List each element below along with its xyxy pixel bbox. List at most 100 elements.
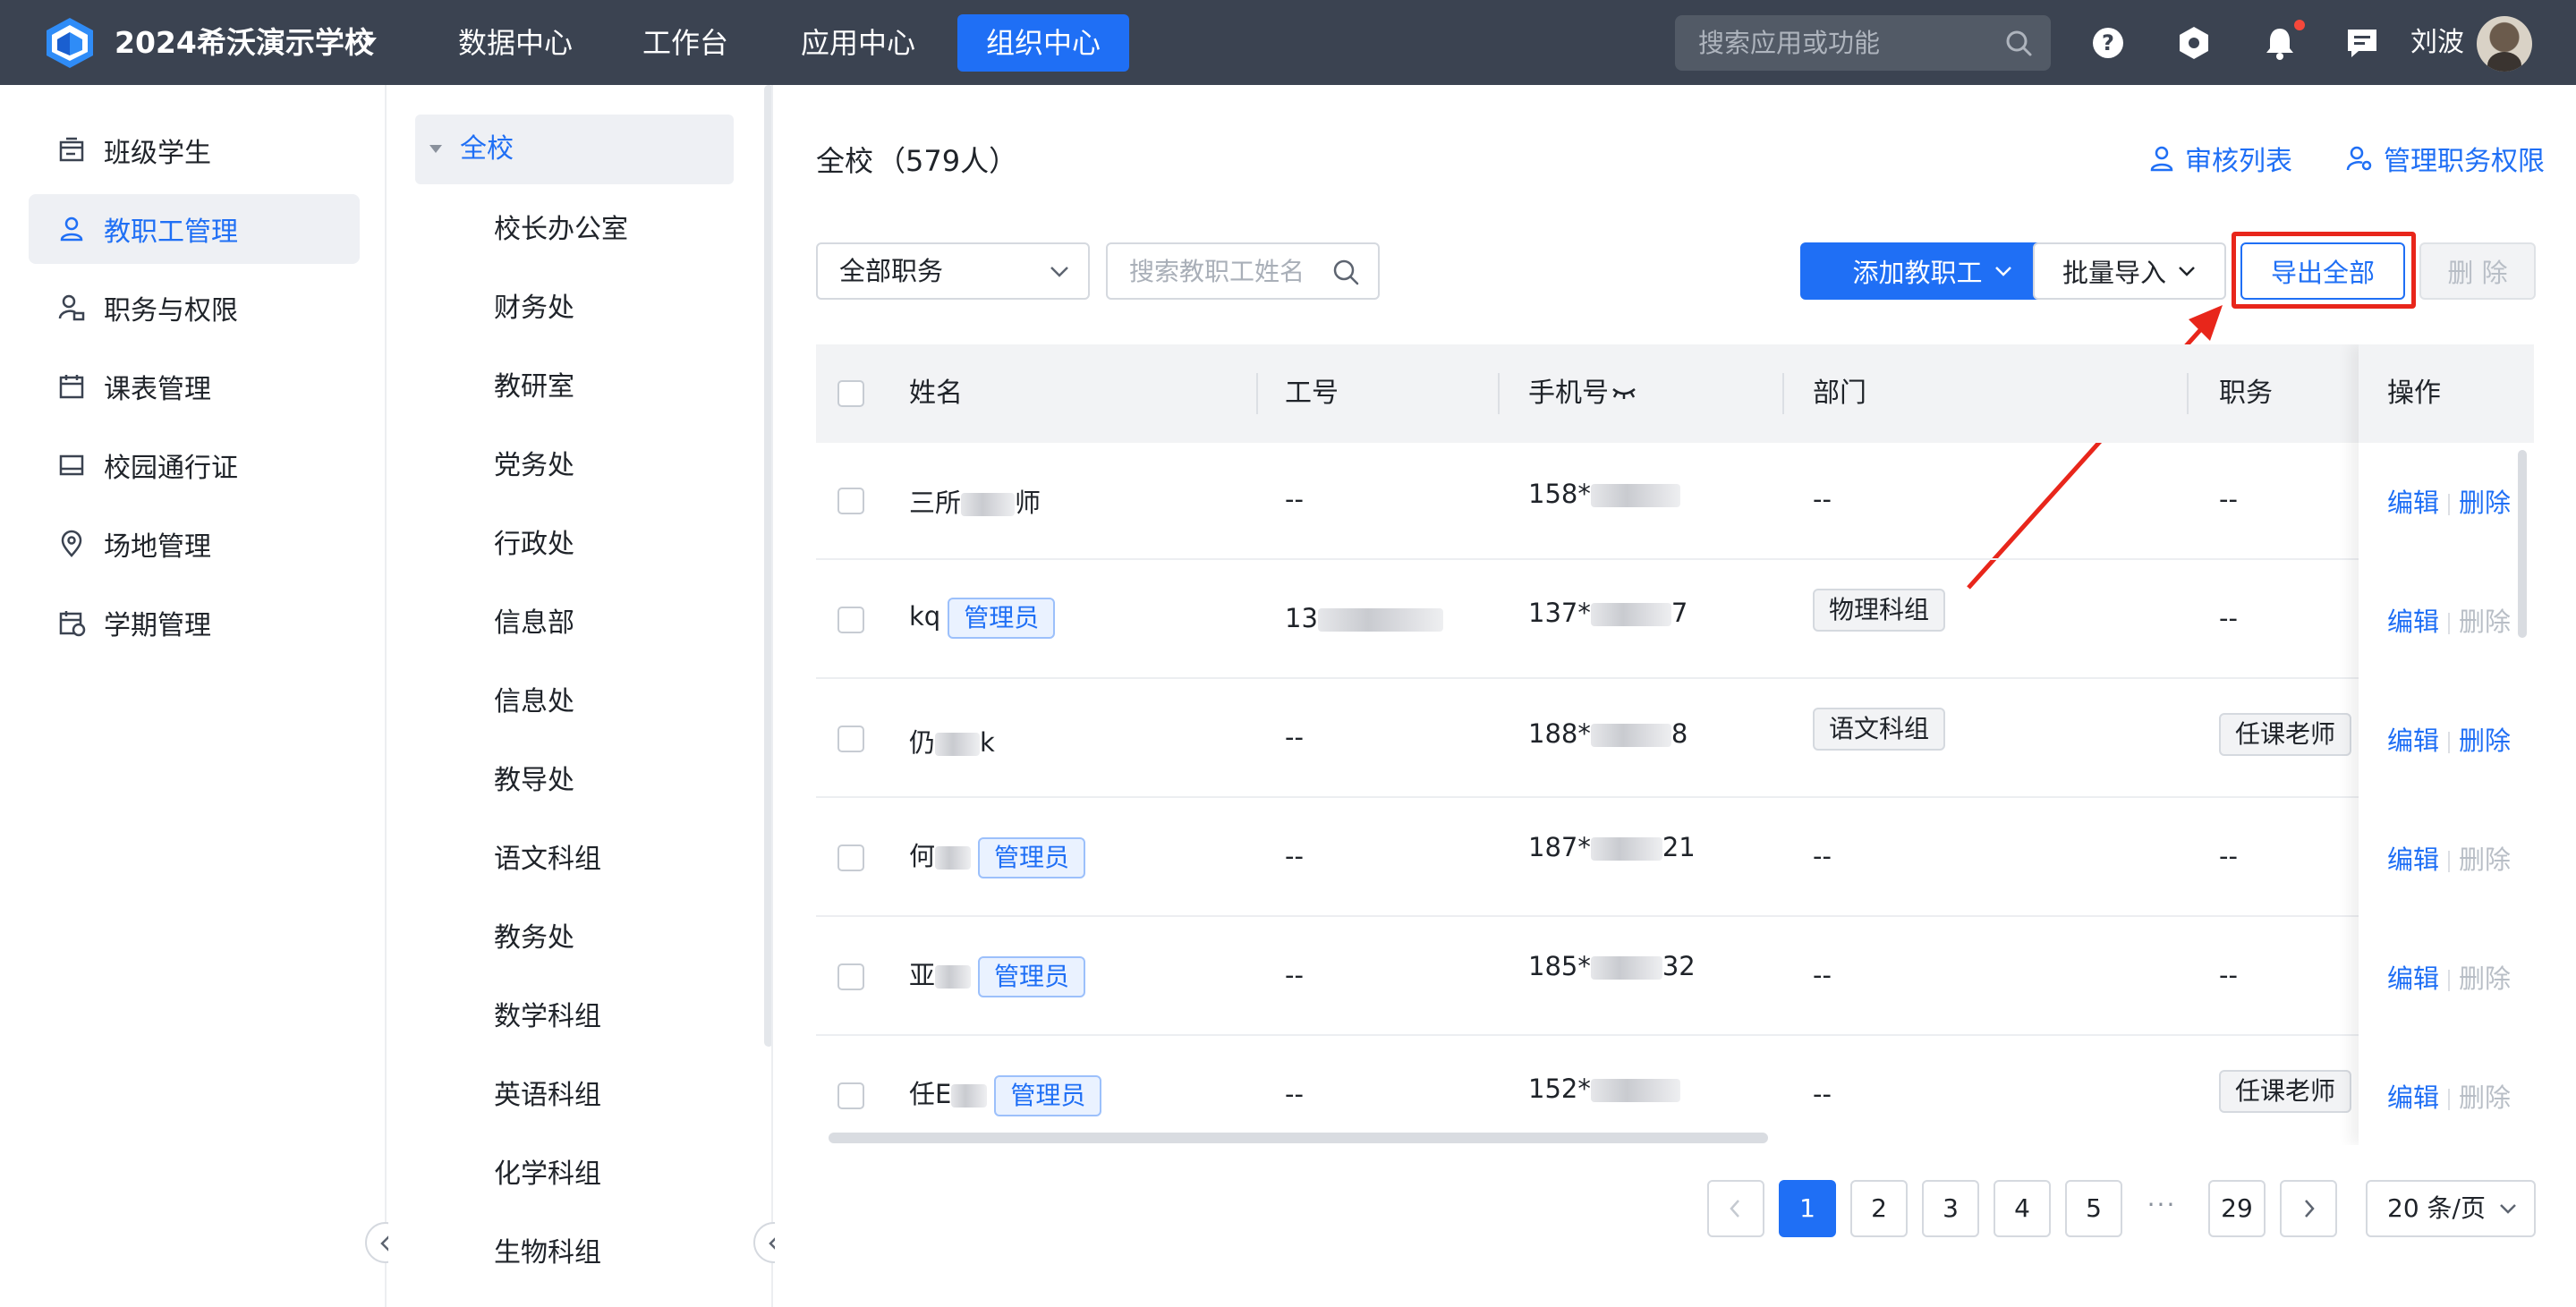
divider — [2448, 970, 2451, 991]
prev-page-button[interactable] — [1707, 1180, 1764, 1237]
delete-row-button[interactable]: 删除 — [2459, 488, 2511, 518]
tree-node[interactable]: 教务处 — [494, 912, 574, 965]
school-switcher[interactable]: 2024希沃演示学校 — [115, 0, 374, 85]
edit-button[interactable]: 编辑 — [2387, 844, 2439, 875]
tree-node[interactable]: 行政处 — [494, 518, 574, 572]
edit-button[interactable]: 编辑 — [2387, 607, 2439, 637]
class-icon — [59, 137, 84, 162]
batch-import-button[interactable]: 批量导入 — [2033, 242, 2226, 300]
search-icon[interactable] — [2004, 29, 2033, 57]
blurred-text — [1317, 608, 1443, 632]
user-icon — [60, 216, 83, 242]
user-name[interactable]: 刘波 — [2410, 0, 2464, 85]
sidebar-item-roles[interactable]: 职务与权限 — [29, 273, 360, 343]
tree-node[interactable]: 党务处 — [494, 439, 574, 493]
tree-node[interactable]: 财务处 — [494, 282, 574, 335]
caret-down-icon[interactable] — [429, 145, 442, 153]
page-button[interactable]: 5 — [2065, 1180, 2122, 1237]
bell-icon[interactable] — [2262, 25, 2298, 61]
name-part: kq — [909, 601, 941, 632]
delete-row-button-disabled: 删除 — [2459, 607, 2512, 637]
tree-node[interactable]: 信息处 — [494, 675, 574, 729]
row-checkbox[interactable] — [837, 963, 864, 990]
global-search-input[interactable]: 搜索应用或功能 — [1675, 15, 2051, 71]
sidebar-item-class-students[interactable]: 班级学生 — [29, 115, 360, 185]
sidebar-item-venue[interactable]: 场地管理 — [29, 509, 360, 579]
nav-app-center[interactable]: 应用中心 — [772, 14, 944, 72]
review-list-link[interactable]: 审核列表 — [2149, 139, 2292, 178]
tree-node[interactable]: 数学科组 — [494, 990, 601, 1044]
page-size-value: 20 条/页 — [2387, 1193, 2486, 1223]
help-icon[interactable]: ? — [2090, 25, 2126, 61]
nav-org-center[interactable]: 组织中心 — [957, 14, 1130, 72]
delete-button[interactable]: 删 除 — [2419, 242, 2536, 300]
edit-button[interactable]: 编辑 — [2387, 488, 2439, 518]
add-staff-button[interactable]: 添加教职工 — [1800, 242, 2065, 300]
staff-search-input[interactable] — [1106, 242, 1380, 300]
delete-row-button[interactable]: 删除 — [2459, 726, 2511, 756]
eye-closed-icon[interactable] — [1611, 384, 1637, 402]
next-page-button[interactable] — [2280, 1180, 2337, 1237]
column-divider[interactable] — [2187, 373, 2189, 414]
phone-part: 137* — [1528, 598, 1591, 628]
tree-node[interactable]: 教研室 — [494, 361, 574, 414]
message-icon[interactable] — [2344, 25, 2380, 61]
nav-workbench[interactable]: 工作台 — [614, 14, 757, 72]
settings-hex-icon[interactable] — [2176, 25, 2212, 61]
tree-node[interactable]: 教导处 — [494, 754, 574, 808]
blurred-text — [935, 965, 972, 989]
tree-node[interactable]: 生物科组 — [494, 1226, 601, 1280]
tree-node[interactable]: 校长办公室 — [494, 203, 628, 257]
row-checkbox[interactable] — [837, 844, 864, 871]
page-button[interactable]: 4 — [1994, 1180, 2051, 1237]
sidebar-item-timetable[interactable]: 课表管理 — [29, 352, 360, 421]
table-row[interactable]: kq 管理员 13 137* 7 物理科组 -- — [816, 562, 2534, 679]
page-button[interactable]: 2 — [1850, 1180, 1908, 1237]
table-row[interactable]: 亚 管理员 -- 185* 32 -- -- — [816, 919, 2534, 1036]
divider — [2448, 851, 2451, 872]
column-divider[interactable] — [1782, 373, 1784, 414]
edit-button[interactable]: 编辑 — [2387, 963, 2439, 994]
tree-node[interactable]: 信息部 — [494, 597, 574, 650]
table-row[interactable]: 三所 师 -- 158* -- -- — [816, 443, 2534, 560]
select-all-checkbox[interactable] — [837, 380, 864, 407]
page-size-select[interactable]: 20 条/页 — [2366, 1180, 2536, 1237]
search-icon[interactable] — [1331, 258, 1360, 286]
tree-node[interactable]: 化学科组 — [494, 1148, 601, 1201]
row-checkbox[interactable] — [837, 726, 864, 752]
table-row[interactable]: 何 管理员 -- 187* 21 -- -- — [816, 800, 2534, 917]
name-part: 仍 — [909, 727, 936, 758]
tree-node-root[interactable]: 全校 — [415, 115, 734, 184]
edit-button[interactable]: 编辑 — [2387, 726, 2439, 756]
table-row[interactable]: 任E 管理员 -- 152* -- 任课老师 — [816, 1038, 2534, 1145]
staff-search-field[interactable] — [1127, 244, 1324, 298]
page-button[interactable]: 3 — [1922, 1180, 1979, 1237]
row-actions: 编辑 删除 — [2387, 839, 2511, 877]
table-horizontal-scrollbar[interactable] — [829, 1133, 1768, 1143]
sidebar-item-campus-pass[interactable]: 校园通行证 — [29, 430, 360, 500]
tree-scrollbar[interactable] — [764, 85, 771, 1047]
caret-down-icon[interactable] — [362, 38, 377, 47]
table-row[interactable]: 仍k -- 188* 8 语文科组 任课老师 — [816, 681, 2534, 798]
role-filter-select[interactable]: 全部职务 — [816, 242, 1090, 300]
page-button[interactable]: 1 — [1779, 1180, 1836, 1237]
page-button-last[interactable]: 29 — [2208, 1180, 2266, 1237]
row-checkbox[interactable] — [837, 1082, 864, 1109]
staff-name: 任E 管理员 — [909, 1074, 1102, 1116]
sidebar-item-term[interactable]: 学期管理 — [29, 588, 360, 658]
row-checkbox[interactable] — [837, 488, 864, 514]
avatar[interactable] — [2477, 16, 2532, 72]
sidebar-item-staff[interactable]: 教职工管理 — [29, 194, 360, 264]
page-ellipsis[interactable]: ··· — [2144, 1180, 2180, 1237]
column-divider[interactable] — [1498, 373, 1500, 414]
row-actions: 编辑 删除 — [2387, 720, 2511, 758]
manage-roles-link[interactable]: 管理职务权限 — [2346, 139, 2545, 178]
column-divider[interactable] — [1256, 373, 1258, 414]
tree-node[interactable]: 英语科组 — [494, 1069, 601, 1123]
nav-data-center[interactable]: 数据中心 — [429, 14, 601, 72]
col-header-phone: 手机号 — [1528, 378, 1609, 409]
edit-button[interactable]: 编辑 — [2387, 1082, 2439, 1113]
row-checkbox[interactable] — [837, 607, 864, 633]
table-vertical-scrollbar[interactable] — [2518, 450, 2527, 638]
tree-node[interactable]: 语文科组 — [494, 833, 601, 887]
